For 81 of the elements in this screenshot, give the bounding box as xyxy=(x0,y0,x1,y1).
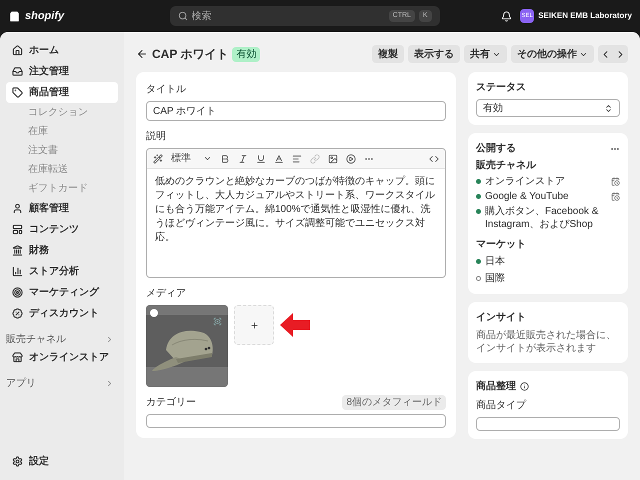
category-field[interactable] xyxy=(146,414,446,428)
nav-icon xyxy=(12,87,23,98)
field-label: カテゴリー xyxy=(146,396,196,410)
status-badge: 有効 xyxy=(232,46,260,62)
logo-text: shopify xyxy=(25,8,64,24)
chevron-right-icon[interactable] xyxy=(105,335,114,344)
nav-item[interactable]: ストア分析 xyxy=(6,261,118,282)
chevron-down-icon xyxy=(203,154,212,163)
card-title: ステータス xyxy=(476,81,527,95)
text-color-icon[interactable] xyxy=(274,154,284,164)
magic-wand-icon[interactable] xyxy=(153,154,163,164)
image-icon[interactable] xyxy=(328,154,338,164)
action-button[interactable]: その他の操作 xyxy=(511,45,594,63)
bell-icon[interactable] xyxy=(501,10,512,22)
action-button[interactable]: 表示する xyxy=(408,45,460,63)
page-title: CAP ホワイト xyxy=(152,46,228,63)
market-name: 国際 xyxy=(485,272,505,286)
section-heading: 販売チャネル xyxy=(6,332,66,347)
action-button[interactable]: 複製 xyxy=(372,45,404,63)
channel-name: 購入ボタン、Facebook & Instagram、およびShop xyxy=(485,205,600,231)
search-icon xyxy=(178,11,188,21)
nav-item[interactable]: 設定 xyxy=(6,451,118,472)
section-heading: アプリ xyxy=(6,376,36,391)
description-text: 低めのクラウンと絶妙なカーブのつばが特徴のキャップ。頭にフィットし、大人カジュアルやストリート系、ワークスタイルにも合う万能アイテム。綿100%で通気性と吸湿性に優れ、洗うほどヴィンテージ風に。サイズ調整可能でユニセックス対応。 xyxy=(154,174,436,245)
nav-icon xyxy=(12,456,23,467)
card-title: インサイト xyxy=(476,311,527,325)
product-type-field[interactable] xyxy=(476,417,620,431)
market-name: 日本 xyxy=(485,254,505,269)
card-title: 商品整理 xyxy=(476,379,516,394)
status-select[interactable]: 有効 xyxy=(476,99,620,117)
nav-item[interactable]: 注文管理 xyxy=(6,61,118,82)
format-dropdown[interactable]: 標準 xyxy=(171,151,212,166)
metafield-badge: 8個のメタフィールド xyxy=(342,395,446,410)
nav-item[interactable]: マーケティング xyxy=(6,282,118,303)
italic-icon[interactable] xyxy=(238,154,248,164)
nav-icon xyxy=(12,245,23,256)
video-icon[interactable] xyxy=(346,154,356,164)
underline-icon[interactable] xyxy=(256,154,266,164)
nav-item[interactable]: 商品管理 xyxy=(6,82,118,103)
action-button[interactable]: 共有 xyxy=(464,45,507,63)
nav-item[interactable]: オンラインストア xyxy=(6,347,118,368)
view-icon[interactable] xyxy=(213,317,222,326)
nav-item[interactable]: ホーム xyxy=(6,40,118,61)
channel-name: オンラインストア xyxy=(485,175,566,188)
bold-icon[interactable] xyxy=(220,154,230,164)
field-label: メディア xyxy=(146,287,187,301)
calendar-icon[interactable] xyxy=(611,192,620,201)
info-icon[interactable] xyxy=(520,382,529,391)
nav-icon xyxy=(12,287,23,298)
annotation-arrow-icon xyxy=(280,313,310,337)
nav-item[interactable]: ディスカウント xyxy=(6,303,118,324)
search-field[interactable]: 検索 xyxy=(192,8,385,24)
nav-icon xyxy=(12,45,23,56)
title-field[interactable]: CAP ホワイト xyxy=(146,101,446,121)
calendar-icon[interactable] xyxy=(611,177,620,186)
nav-item[interactable]: 顧客管理 xyxy=(6,198,118,219)
channel-name: Google & YouTube xyxy=(485,190,570,203)
chevron-right-icon[interactable] xyxy=(105,379,114,388)
align-icon[interactable] xyxy=(292,154,302,164)
store-name[interactable]: SEIKEN EMB Laboratory xyxy=(538,10,632,22)
nav-icon xyxy=(12,352,23,363)
field-label: 商品タイプ xyxy=(476,398,528,413)
nav-icon xyxy=(12,224,23,235)
plus-icon xyxy=(250,320,258,330)
nav-item[interactable]: 財務 xyxy=(6,240,118,261)
section-heading: 販売チャネル xyxy=(476,158,538,173)
nav-icon xyxy=(12,203,23,214)
back-icon[interactable] xyxy=(136,48,148,60)
field-label: 説明 xyxy=(146,130,167,144)
insights-text: 商品が最近販売された場合に、インサイトが表示されます xyxy=(476,329,617,355)
section-heading: マーケット xyxy=(476,238,527,252)
code-icon[interactable] xyxy=(429,154,439,164)
select-arrows-icon xyxy=(604,104,613,112)
nav-icon xyxy=(12,266,23,277)
rich-text-editor[interactable]: 標準 低めのクラウンと絶妙なカーブのつばが特徴のキャップ。頭にフィットし、大人カジュアルやストリート系、ワークスタイルにも合う万能アイテム。綿100%で通気性と吸湿性に優れ、洗うほどヴィンテージ風に。サイズ調整可能でユニセックス対応。 xyxy=(146,148,446,278)
logo-icon xyxy=(8,10,21,22)
card-title: 公開する xyxy=(476,142,516,156)
field-label: タイトル xyxy=(146,83,187,97)
nav-icon xyxy=(12,66,23,77)
nav-icon xyxy=(12,308,23,319)
nav-item[interactable]: コンテンツ xyxy=(6,219,118,240)
